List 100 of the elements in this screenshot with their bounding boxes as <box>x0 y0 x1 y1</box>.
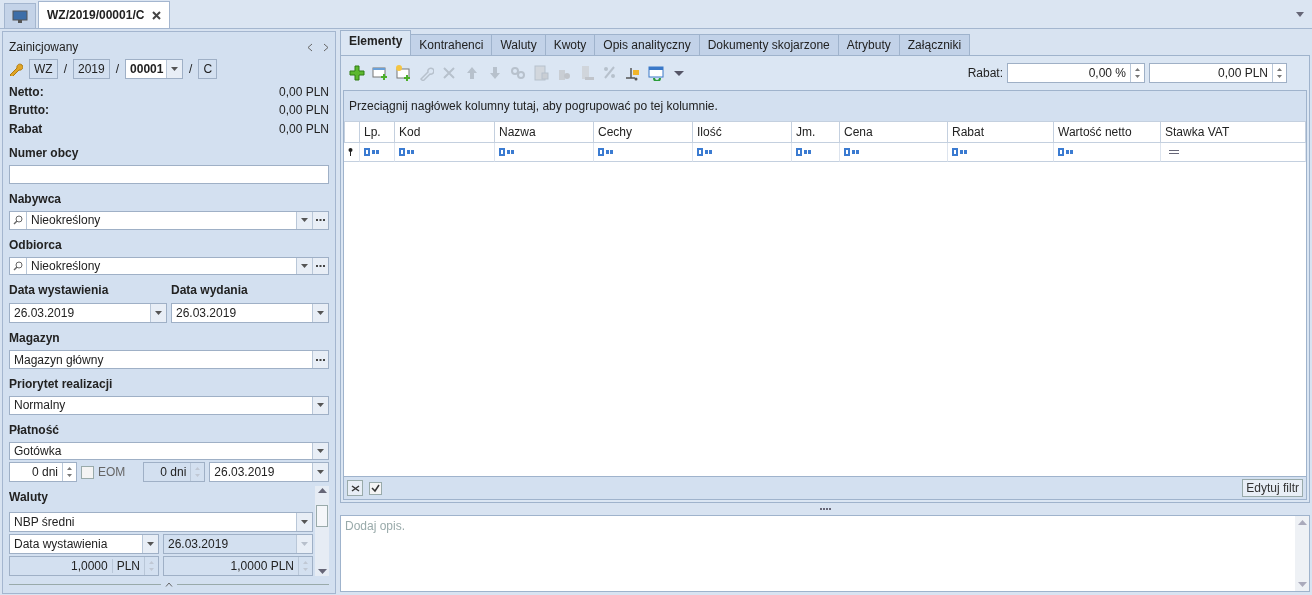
total-label: Brutto: <box>9 103 49 118</box>
edit-filter-button[interactable]: Edytuj filtr <box>1242 479 1303 498</box>
field-label: Nabywca <box>9 192 63 207</box>
caret-icon[interactable] <box>147 542 154 547</box>
caret-icon[interactable] <box>317 311 324 316</box>
dropdown-button[interactable] <box>312 396 328 414</box>
document-tab[interactable]: WZ/2019/00001/C <box>38 1 171 28</box>
close-icon[interactable] <box>152 10 162 20</box>
spin-arrows-icon[interactable] <box>1135 67 1140 79</box>
buyer-field[interactable]: Nieokreślony <box>9 210 329 230</box>
text-filter-icon[interactable] <box>399 148 415 156</box>
caret-icon[interactable] <box>317 448 324 453</box>
days-field[interactable]: 0 dni <box>9 462 77 483</box>
separator: / <box>63 62 67 77</box>
date-field[interactable]: 26.03.2019 <box>9 303 167 324</box>
plus-icon[interactable] <box>349 65 365 81</box>
dropdown-button[interactable] <box>312 442 328 460</box>
column-header[interactable]: Nazwa <box>495 121 594 143</box>
monitor-icon[interactable] <box>4 3 36 28</box>
chevron-up-icon[interactable] <box>165 582 173 588</box>
more-button[interactable] <box>312 257 328 275</box>
dropdown-button[interactable] <box>296 257 312 275</box>
tab[interactable]: Kwoty <box>544 34 596 55</box>
column-header[interactable]: Stawka VAT <box>1161 121 1306 143</box>
tab[interactable]: Atrybuty <box>837 34 900 55</box>
dropdown-button[interactable] <box>296 211 312 229</box>
date-source-dropdown[interactable]: Data wystawienia <box>9 534 159 555</box>
tab[interactable]: Dokumenty skojarzone <box>698 34 839 55</box>
caret-icon[interactable] <box>317 403 324 408</box>
more-button[interactable] <box>312 211 328 229</box>
field-label: Magazyn <box>9 331 61 347</box>
text-filter-icon[interactable] <box>598 148 614 156</box>
field-label: Waluty <box>9 490 49 507</box>
spin-arrows-icon[interactable] <box>1277 67 1282 79</box>
scroll-up-icon[interactable] <box>317 488 327 494</box>
tab[interactable]: Kontrahenci <box>410 34 493 55</box>
number-part: WZ <box>29 59 58 80</box>
tab[interactable]: Załączniki <box>898 34 971 55</box>
column-header[interactable]: Rabat <box>948 121 1054 143</box>
payment-dropdown[interactable]: Gotówka <box>9 441 329 461</box>
clear-filter-button[interactable] <box>347 480 363 497</box>
column-header[interactable]: Jm. <box>792 121 840 143</box>
dropdown-button[interactable] <box>312 304 328 323</box>
chevron-left-icon[interactable] <box>307 42 313 52</box>
input-field[interactable] <box>9 165 329 185</box>
scrollbar[interactable] <box>315 486 329 577</box>
grid-refresh-icon[interactable] <box>648 65 664 81</box>
text-filter-icon[interactable] <box>364 148 380 156</box>
text-filter-icon[interactable] <box>697 148 713 156</box>
dropdown-button[interactable] <box>312 463 328 482</box>
chevron-right-icon[interactable] <box>323 42 329 52</box>
caret-icon[interactable] <box>1296 11 1304 17</box>
total-value: 0,00 PLN <box>278 84 329 99</box>
caret-icon[interactable] <box>317 470 324 475</box>
date-field[interactable]: 26.03.2019 <box>171 303 329 324</box>
text-filter-icon[interactable] <box>499 148 515 156</box>
separator: / <box>115 62 120 77</box>
text-filter-icon[interactable] <box>1058 148 1074 156</box>
tab[interactable]: Waluty <box>491 34 546 55</box>
more-icon[interactable] <box>316 358 325 361</box>
number-field[interactable]: 00001 <box>125 59 184 80</box>
text-filter-icon[interactable] <box>796 148 812 156</box>
priority-dropdown[interactable]: Normalny <box>9 395 329 415</box>
scroll-down-icon[interactable] <box>317 569 327 575</box>
dropdown-button[interactable] <box>296 513 312 532</box>
column-header[interactable]: Kod <box>395 121 495 143</box>
checkbox[interactable] <box>81 465 94 479</box>
dropdown-button[interactable] <box>142 535 158 554</box>
splitter-grip-icon[interactable] <box>819 508 831 511</box>
warehouse-field[interactable]: Magazyn główny <box>9 350 329 369</box>
close-icon[interactable] <box>350 484 360 492</box>
window-plus-icon[interactable] <box>372 65 388 81</box>
tab[interactable]: Elementy <box>340 30 412 55</box>
caret-icon[interactable] <box>301 520 308 525</box>
wrench-icon[interactable] <box>9 62 23 77</box>
caret-icon[interactable] <box>155 311 162 316</box>
caret-icon[interactable] <box>171 67 179 72</box>
column-header[interactable]: Ilość <box>693 121 792 143</box>
dropdown-button[interactable] <box>150 304 166 323</box>
dropdown-button[interactable] <box>166 60 183 79</box>
discount-amount-field[interactable]: 0,00 PLN <box>1149 63 1287 83</box>
discount-percent-field[interactable]: 0,00 % <box>1007 63 1145 83</box>
forklift-icon[interactable] <box>625 65 641 81</box>
column-header[interactable]: Lp. <box>360 121 395 143</box>
text-filter-icon[interactable] <box>844 148 860 156</box>
date-field[interactable]: 26.03.2019 <box>209 462 329 483</box>
scroll-thumb[interactable] <box>316 505 328 528</box>
more-button[interactable] <box>312 351 328 368</box>
equals-icon[interactable] <box>1169 150 1179 154</box>
tab[interactable]: Opis analityczny <box>594 34 700 55</box>
caret-icon[interactable] <box>301 218 308 223</box>
more-icon[interactable] <box>316 219 325 222</box>
text-filter-icon[interactable] <box>952 148 968 156</box>
caret-icon[interactable] <box>301 264 308 268</box>
recipient-field[interactable]: Nieokreślony <box>9 256 329 276</box>
rate-type-dropdown[interactable]: NBP średni <box>9 512 313 533</box>
spin-arrows-icon[interactable] <box>67 466 72 479</box>
column-header[interactable]: Wartość netto <box>1054 121 1161 143</box>
column-header[interactable]: Cena <box>840 121 948 143</box>
column-header[interactable]: Cechy <box>594 121 693 143</box>
